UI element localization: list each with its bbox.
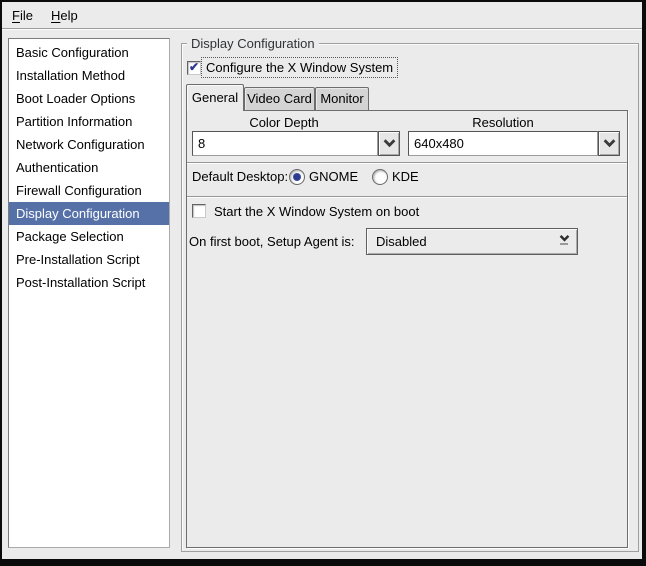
start-x-on-boot-checkbox[interactable]	[192, 204, 206, 218]
checkmark-icon: ✔	[188, 60, 200, 74]
menu-file-mnemonic: F	[12, 8, 20, 23]
kickstart-configurator-window: File Help Basic Configuration Installati…	[0, 0, 646, 566]
color-depth-label: Color Depth	[249, 115, 319, 130]
configure-x-label[interactable]: Configure the X Window System	[201, 57, 399, 78]
section-list: Basic Configuration Installation Method …	[8, 38, 170, 548]
sidebar-item-post-installation-script[interactable]: Post-Installation Script	[9, 271, 169, 294]
sidebar-item-display-configuration[interactable]: Display Configuration	[9, 202, 169, 225]
sidebar-item-package-selection[interactable]: Package Selection	[9, 225, 169, 248]
chevron-down-icon	[603, 139, 615, 148]
chevron-down-icon	[383, 139, 395, 148]
menu-help[interactable]: Help	[47, 7, 82, 26]
color-depth-input[interactable]: 8	[192, 131, 378, 156]
separator	[187, 196, 627, 198]
sidebar-item-partition-information[interactable]: Partition Information	[9, 110, 169, 133]
start-x-on-boot-label[interactable]: Start the X Window System on boot	[214, 204, 419, 219]
sidebar-item-boot-loader-options[interactable]: Boot Loader Options	[9, 87, 169, 110]
menu-help-label: elp	[60, 8, 78, 23]
sidebar-item-basic-configuration[interactable]: Basic Configuration	[9, 41, 169, 64]
radio-kde-label[interactable]: KDE	[392, 169, 419, 184]
tab-monitor[interactable]: Monitor	[315, 87, 369, 110]
sidebar-item-installation-method[interactable]: Installation Method	[9, 64, 169, 87]
radio-gnome-label[interactable]: GNOME	[309, 169, 358, 184]
setup-agent-label: On first boot, Setup Agent is:	[189, 234, 355, 249]
radio-gnome[interactable]	[289, 169, 305, 185]
menu-bar: File Help	[2, 2, 642, 29]
radio-dot-icon	[294, 174, 300, 180]
tab-video-card[interactable]: Video Card	[244, 87, 315, 110]
sidebar-item-network-configuration[interactable]: Network Configuration	[9, 133, 169, 156]
resolution-label: Resolution	[472, 115, 534, 130]
separator	[187, 162, 627, 164]
menu-help-mnemonic: H	[51, 8, 61, 23]
menu-file[interactable]: File	[8, 7, 37, 26]
tab-general[interactable]: General	[186, 84, 244, 111]
sidebar-item-firewall-configuration[interactable]: Firewall Configuration	[9, 179, 169, 202]
radio-kde[interactable]	[372, 169, 388, 185]
sidebar-item-authentication[interactable]: Authentication	[9, 156, 169, 179]
frame-title: Display Configuration	[187, 36, 319, 51]
default-desktop-label: Default Desktop:	[192, 169, 289, 184]
configure-x-checkbox[interactable]: ✔	[187, 61, 201, 75]
sidebar-item-pre-installation-script[interactable]: Pre-Installation Script	[9, 248, 169, 271]
resolution-dropdown-button[interactable]	[598, 131, 620, 156]
dropdown-indicator-icon	[557, 235, 571, 245]
setup-agent-dropdown[interactable]: Disabled	[366, 228, 578, 255]
setup-agent-value: Disabled	[376, 234, 427, 249]
color-depth-dropdown-button[interactable]	[378, 131, 400, 156]
resolution-input[interactable]: 640x480	[408, 131, 598, 156]
menu-file-label: ile	[19, 8, 33, 23]
